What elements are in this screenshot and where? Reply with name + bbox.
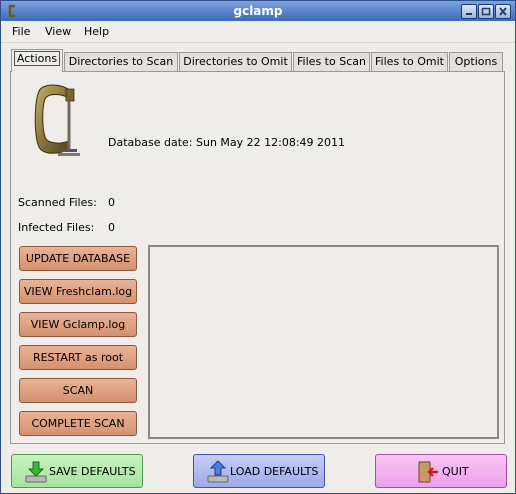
- maximize-icon: [481, 7, 491, 16]
- load-defaults-button[interactable]: LOAD DEFAULTS: [193, 454, 325, 488]
- scan-button[interactable]: SCAN: [19, 378, 137, 403]
- save-defaults-button[interactable]: SAVE DEFAULTS: [11, 454, 143, 488]
- menu-bar: File View Help: [1, 22, 515, 43]
- menu-help[interactable]: Help: [84, 25, 109, 38]
- tab-directories-to-omit[interactable]: Directories to Omit: [179, 52, 292, 71]
- upload-arrow-icon: [207, 460, 229, 483]
- menu-view[interactable]: View: [45, 25, 71, 38]
- infected-files-value: 0: [108, 221, 115, 234]
- tab-options[interactable]: Options: [449, 52, 503, 71]
- complete-scan-button[interactable]: COMPLETE SCAN: [19, 411, 137, 436]
- tab-directories-to-scan[interactable]: Directories to Scan: [64, 52, 178, 71]
- infected-files-label: Infected Files:: [18, 221, 95, 234]
- window-title: gclamp: [233, 4, 283, 18]
- close-button[interactable]: [495, 4, 511, 19]
- minimize-icon: [466, 13, 472, 15]
- quit-label: QUIT: [442, 465, 469, 478]
- close-icon: [499, 7, 507, 16]
- view-gclamp-log-button[interactable]: VIEW Gclamp.log: [19, 312, 137, 337]
- view-freshclam-log-button[interactable]: VIEW Freshclam.log: [19, 279, 137, 304]
- database-date-value: Sun May 22 12:08:49 2011: [196, 136, 346, 149]
- scanned-files-value: 0: [108, 196, 115, 209]
- update-database-button[interactable]: UPDATE DATABASE: [19, 246, 137, 271]
- exit-door-icon: [418, 461, 438, 483]
- log-output-area[interactable]: [148, 245, 499, 439]
- download-arrow-icon: [25, 461, 47, 483]
- restart-as-root-button[interactable]: RESTART as root: [19, 345, 137, 370]
- main-window: gclamp File View Help Actions Directorie…: [0, 0, 516, 494]
- load-defaults-label: LOAD DEFAULTS: [230, 465, 319, 478]
- tab-files-to-omit[interactable]: Files to Omit: [371, 52, 448, 71]
- clamp-logo-icon: [34, 84, 80, 156]
- quit-button[interactable]: QUIT: [375, 454, 507, 488]
- title-bar[interactable]: gclamp: [1, 1, 515, 21]
- maximize-button[interactable]: [478, 4, 494, 19]
- tab-actions[interactable]: Actions: [11, 49, 63, 72]
- scanned-files-label: Scanned Files:: [18, 196, 97, 209]
- menu-file[interactable]: File: [12, 25, 30, 38]
- tab-files-to-scan[interactable]: Files to Scan: [293, 52, 370, 71]
- minimize-button[interactable]: [461, 4, 477, 19]
- save-defaults-label: SAVE DEFAULTS: [49, 465, 136, 478]
- database-date-label: Database date: Sun May 22 12:08:49 2011: [108, 136, 346, 149]
